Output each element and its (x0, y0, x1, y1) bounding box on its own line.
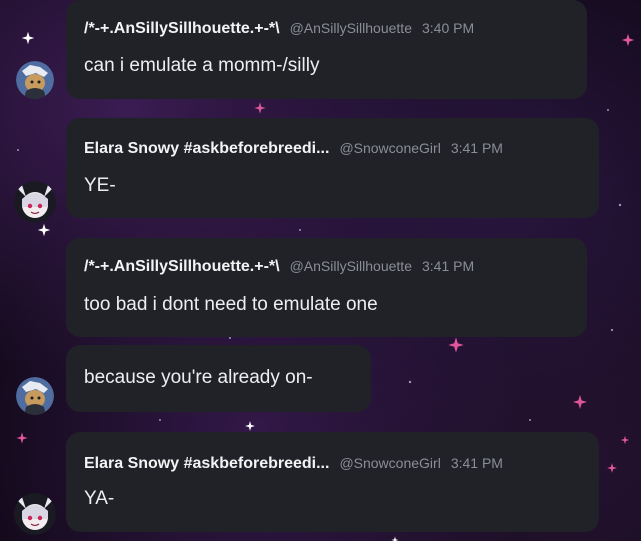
sparkle-star-icon (573, 395, 587, 409)
sparkle-star-icon (607, 463, 617, 473)
sparkle-star-icon (621, 33, 635, 47)
message-text: YA- (84, 488, 115, 509)
avatar[interactable] (14, 493, 56, 535)
message-text: because you're already on- (84, 367, 313, 388)
message-header: /*-+.AnSillySillhouette.+-*\ @AnSillySill… (84, 258, 474, 276)
username[interactable]: Elara Snowy #askbeforebreedi... (84, 455, 329, 472)
timestamp: 3:41 PM (450, 140, 503, 156)
user-avatar-icon (16, 61, 54, 99)
message-bubble: Elara Snowy #askbeforebreedi... @Snowcone… (66, 118, 599, 218)
user-handle: @SnowconeGirl (339, 140, 441, 156)
message-text: too bad i dont need to emulate one (84, 294, 378, 315)
sparkle-star-icon (448, 337, 464, 353)
user-avatar-icon (16, 377, 54, 415)
timestamp: 3:41 PM (421, 258, 475, 274)
timestamp: 3:40 PM (421, 20, 475, 36)
avatar[interactable] (16, 61, 54, 99)
sparkle-star-icon (620, 435, 630, 445)
message-bubble: because you're already on- (66, 345, 371, 412)
user-handle: @AnSillySillhouette (289, 20, 412, 36)
message-header: /*-+.AnSillySillhouette.+-*\ @AnSillySill… (84, 20, 474, 38)
message-bubble: /*-+.AnSillySillhouette.+-*\ @AnSillySill… (66, 0, 587, 99)
sparkle-star-icon (391, 536, 399, 541)
sparkle-star-icon (21, 31, 35, 45)
username[interactable]: /*-+.AnSillySillhouette.+-*\ (84, 20, 280, 37)
message-header: Elara Snowy #askbeforebreedi... @Snowcone… (84, 455, 503, 473)
timestamp: 3:41 PM (450, 455, 503, 471)
message-text: can i emulate a momm-/silly (84, 55, 320, 76)
user-handle: @SnowconeGirl (339, 455, 441, 471)
message-bubble: /*-+.AnSillySillhouette.+-*\ @AnSillySill… (66, 238, 587, 337)
avatar[interactable] (14, 181, 56, 223)
sparkle-star-icon (254, 102, 266, 114)
username[interactable]: /*-+.AnSillySillhouette.+-*\ (84, 258, 280, 275)
avatar[interactable] (16, 377, 54, 415)
username[interactable]: Elara Snowy #askbeforebreedi... (84, 140, 329, 157)
sparkle-star-icon (16, 432, 28, 444)
message-text: YE- (84, 175, 116, 196)
user-avatar-icon (14, 493, 56, 535)
sparkle-star-icon (37, 223, 51, 237)
user-avatar-icon (14, 181, 56, 223)
message-header: Elara Snowy #askbeforebreedi... @Snowcone… (84, 140, 503, 158)
message-bubble: Elara Snowy #askbeforebreedi... @Snowcone… (66, 432, 599, 532)
user-handle: @AnSillySillhouette (289, 258, 412, 274)
sparkle-star-icon (245, 421, 255, 431)
